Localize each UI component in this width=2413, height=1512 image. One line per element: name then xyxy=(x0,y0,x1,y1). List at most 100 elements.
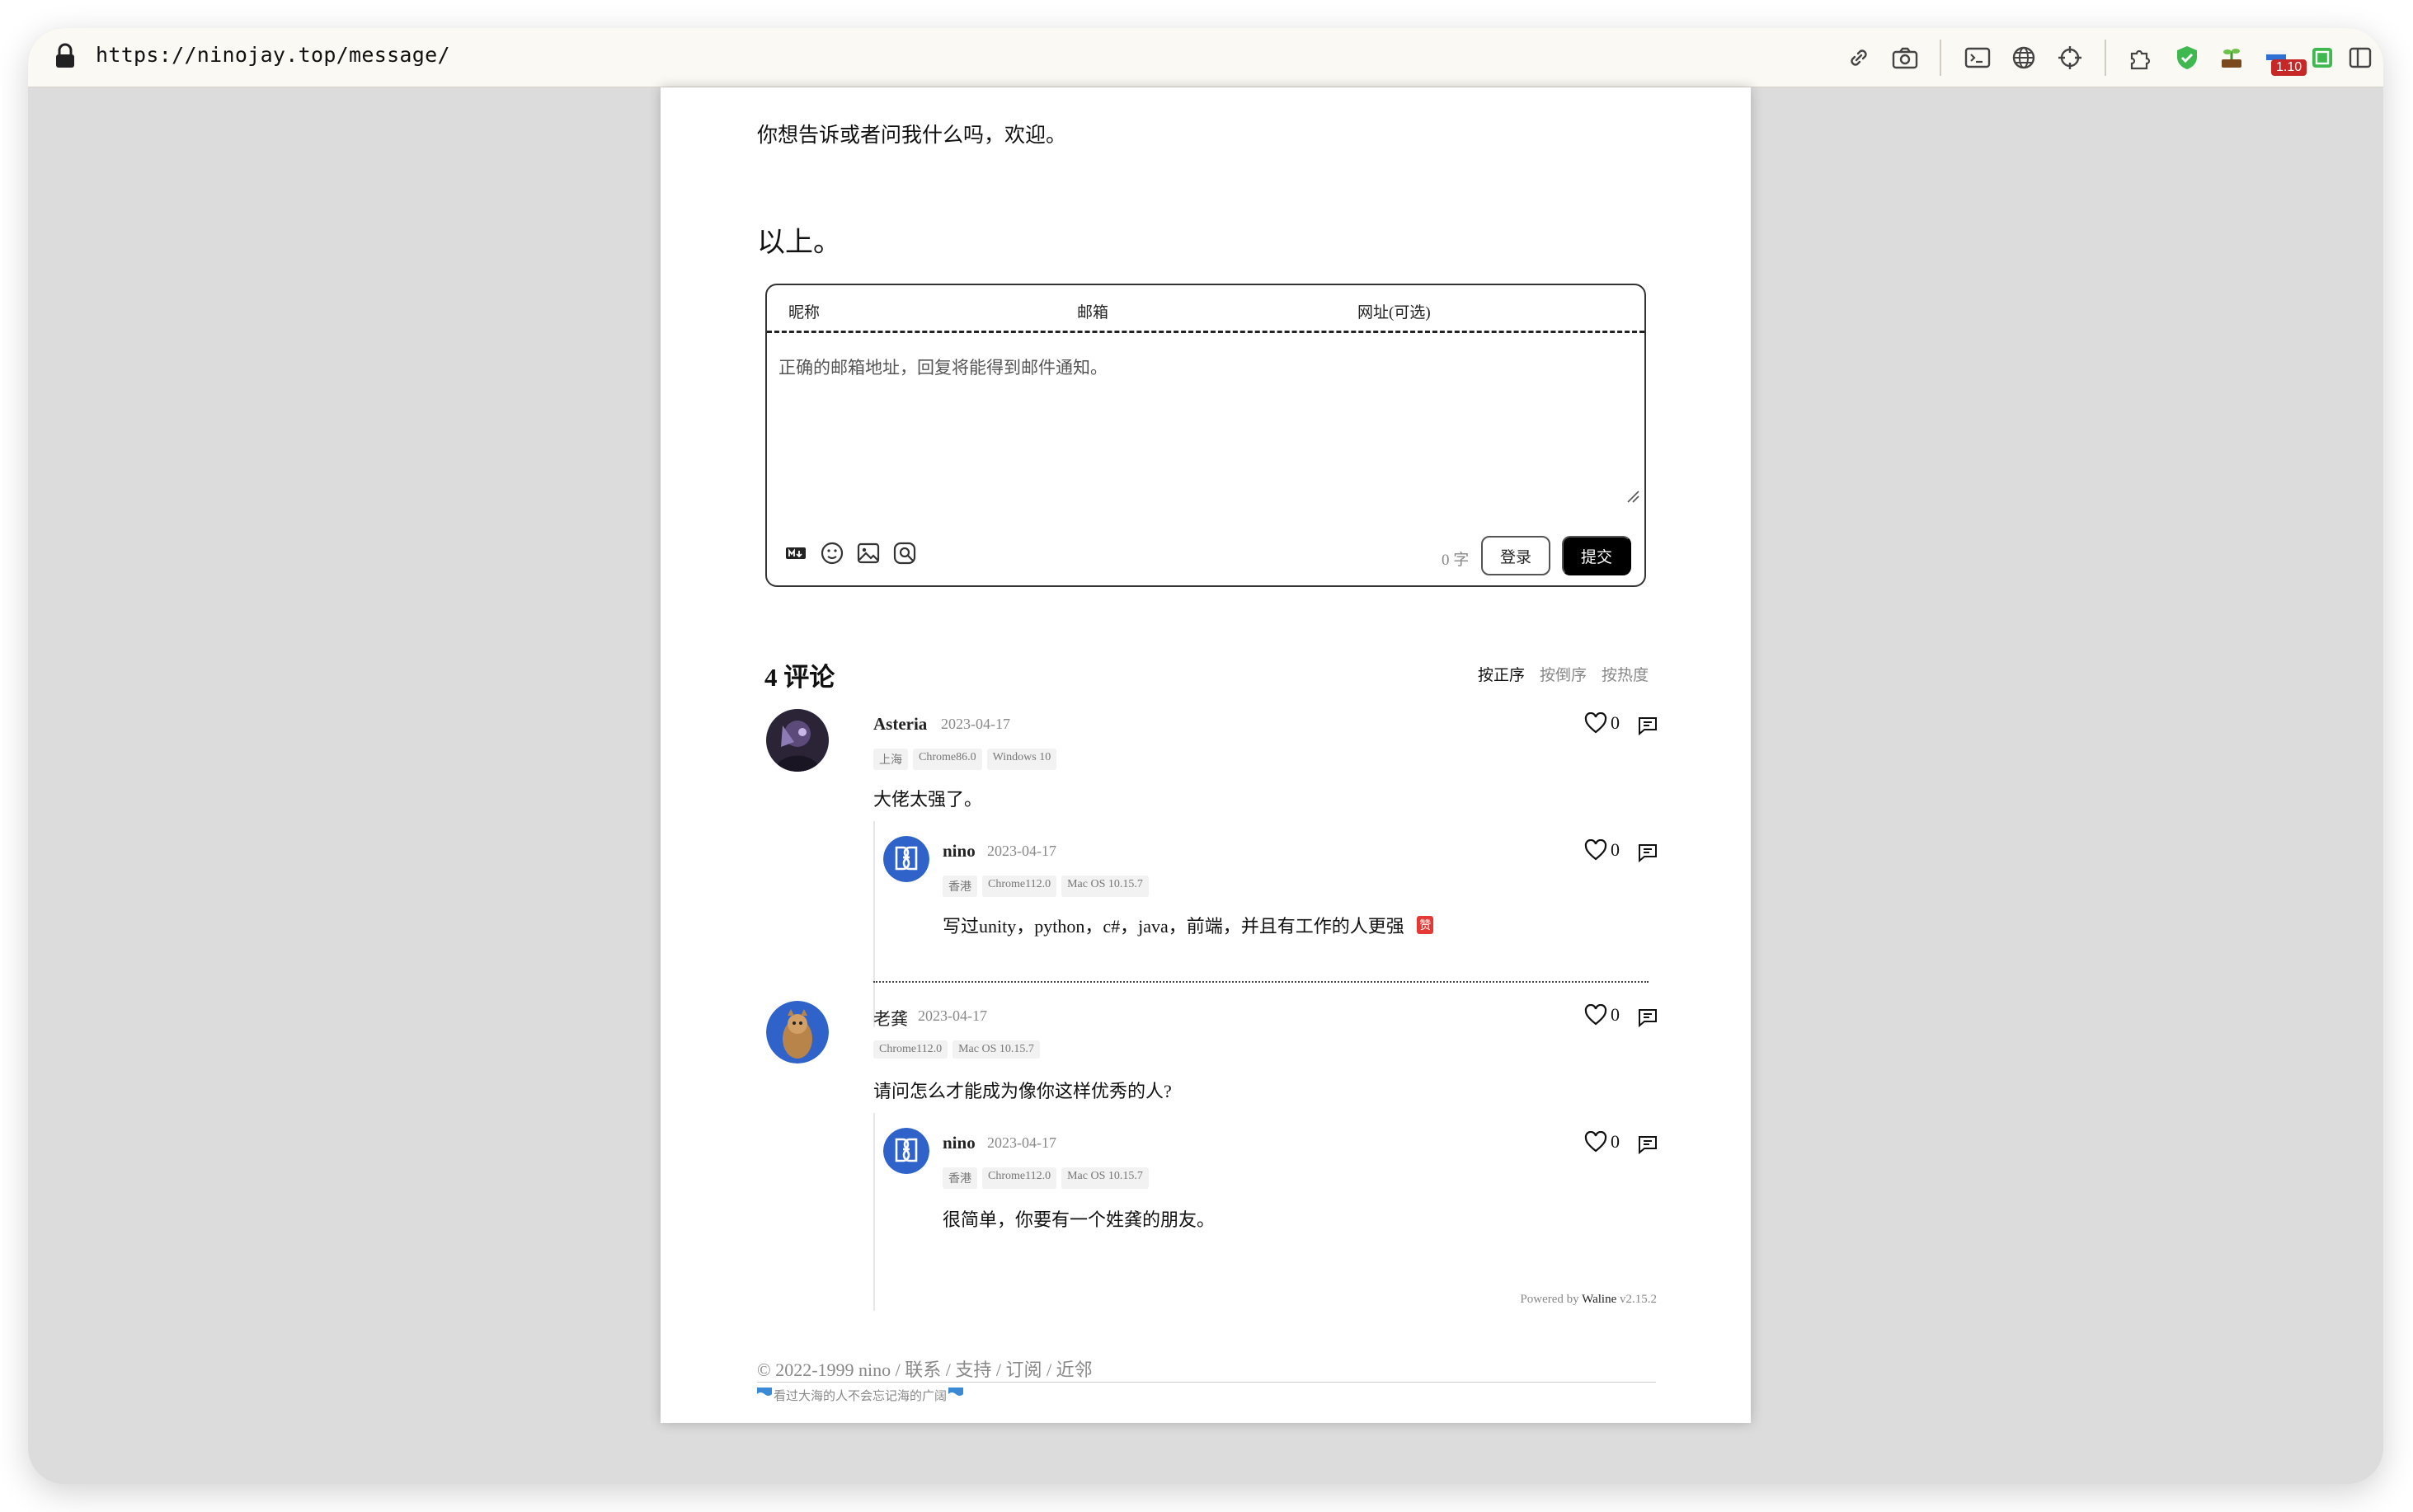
shield-check-icon[interactable] xyxy=(2171,41,2204,74)
meta-os: Windows 10 xyxy=(986,749,1057,770)
meta-os: Mac OS 10.15.7 xyxy=(1061,1167,1149,1189)
comment-date: 2023-04-17 xyxy=(918,1007,987,1024)
thread-line xyxy=(873,1113,875,1311)
reply-text-content: 写过unity，python，c#，java，前端，并且有工作的人更强 xyxy=(943,916,1404,937)
reply-text: 很简单，你要有一个姓龚的朋友。 xyxy=(943,1209,1216,1230)
section-heading: 以上。 xyxy=(757,228,841,258)
sort-options: 按正序 按倒序 按热度 xyxy=(1478,663,1649,685)
comment-text: 请问怎么才能成为像你这样优秀的人? xyxy=(873,1081,1172,1101)
puzzle-icon[interactable] xyxy=(2126,41,2159,74)
reply-date: 2023-04-17 xyxy=(987,843,1056,859)
footer-divider xyxy=(757,1382,1656,1383)
mail-field[interactable]: 邮箱 xyxy=(1077,300,1108,322)
heart-icon xyxy=(1584,712,1607,734)
reply-text: 写过unity，python，c#，java，前端，并且有工作的人更强 赞 xyxy=(943,912,1434,938)
heart-icon xyxy=(1584,1131,1607,1153)
sort-asc[interactable]: 按正序 xyxy=(1478,663,1525,685)
extension-badge: 1.10 xyxy=(2271,59,2307,76)
like-count: 0 xyxy=(1611,1004,1620,1025)
avatar[interactable] xyxy=(883,1128,929,1174)
crosshair-icon[interactable] xyxy=(2053,41,2086,74)
meta-location: 香港 xyxy=(943,876,977,897)
heart-icon xyxy=(1584,1004,1607,1026)
meta-browser: Chrome112.0 xyxy=(873,1040,948,1059)
toolbar-divider xyxy=(1940,40,1941,76)
like-count: 0 xyxy=(1611,712,1620,733)
comment-form-fields: 昵称 邮箱 网址(可选) xyxy=(767,285,1644,333)
like-button[interactable]: 0 xyxy=(1584,1131,1620,1153)
reply-date: 2023-04-17 xyxy=(987,1134,1056,1151)
image-upload-icon[interactable] xyxy=(856,541,881,566)
comment-text: 大佬太强了。 xyxy=(873,789,983,810)
footer-tagline: 看过大海的人不会忘记海的广阔 xyxy=(757,1387,964,1404)
like-button[interactable]: 0 xyxy=(1584,839,1620,861)
browser-toolbar: https://ninojay.top/message/ 1.10 xyxy=(28,28,2383,87)
heart-icon xyxy=(1584,839,1607,861)
like-button[interactable]: 0 xyxy=(1584,1004,1620,1026)
meta-os: Mac OS 10.15.7 xyxy=(1061,876,1149,897)
sidebar-toggle-icon[interactable] xyxy=(2344,41,2377,74)
comment-nick[interactable]: 老龚 xyxy=(873,1006,908,1031)
reply-icon[interactable] xyxy=(1637,1007,1658,1031)
nick-field[interactable]: 昵称 xyxy=(788,300,820,322)
toolbar-divider xyxy=(2105,40,2106,76)
intro-text: 你想告诉或者问我什么吗，欢迎。 xyxy=(757,124,1067,147)
comment-divider xyxy=(873,981,1649,983)
printer-icon[interactable] xyxy=(2306,41,2339,74)
emoji-icon[interactable] xyxy=(820,541,844,566)
plant-icon[interactable] xyxy=(2215,41,2248,74)
meta-location: 香港 xyxy=(943,1167,977,1189)
browser-window: https://ninojay.top/message/ 1.10 你想告诉或者… xyxy=(28,28,2383,1484)
avatar[interactable] xyxy=(883,836,929,882)
reply-nick[interactable]: nino xyxy=(943,841,976,862)
comment-textarea[interactable]: 正确的邮箱地址，回复将能得到邮件通知。 xyxy=(778,355,1108,379)
markdown-icon[interactable] xyxy=(783,541,808,566)
comment-meta: Chrome112.0 Mac OS 10.15.7 xyxy=(873,1040,1040,1059)
comment-form: 昵称 邮箱 网址(可选) 正确的邮箱地址，回复将能得到邮件通知。 0 字 登录 … xyxy=(765,284,1646,587)
waline-link[interactable]: Waline xyxy=(1582,1293,1616,1306)
sort-desc[interactable]: 按倒序 xyxy=(1540,663,1587,685)
camera-icon[interactable] xyxy=(1889,41,1921,74)
sort-hot[interactable]: 按热度 xyxy=(1602,663,1649,685)
preview-icon[interactable] xyxy=(892,541,917,566)
meta-os: Mac OS 10.15.7 xyxy=(952,1040,1040,1059)
submit-button[interactable]: 提交 xyxy=(1562,536,1631,575)
powered-prefix: Powered by xyxy=(1520,1293,1579,1306)
reply-icon[interactable] xyxy=(1637,843,1658,866)
comment-date: 2023-04-17 xyxy=(941,716,1010,732)
avatar[interactable] xyxy=(766,1001,829,1064)
like-button[interactable]: 0 xyxy=(1584,712,1620,734)
address-bar[interactable]: https://ninojay.top/message/ xyxy=(96,43,450,67)
emoji-sticker: 赞 xyxy=(1417,916,1434,934)
word-count: 0 字 xyxy=(1442,552,1470,569)
reply-nick[interactable]: nino xyxy=(943,1133,976,1153)
avatar[interactable] xyxy=(766,709,829,772)
terminal-icon[interactable] xyxy=(1961,41,1994,74)
link-icon[interactable] xyxy=(1842,41,1875,74)
thread-line xyxy=(873,821,875,1027)
comment-actions xyxy=(783,541,917,566)
link-field[interactable]: 网址(可选) xyxy=(1357,300,1431,322)
meta-location: 上海 xyxy=(873,749,908,770)
like-count: 0 xyxy=(1611,839,1620,860)
powered-by: Powered by Waline v2.15.2 xyxy=(1520,1293,1657,1307)
reply-icon[interactable] xyxy=(1637,1134,1658,1158)
comment-meta: 上海 Chrome86.0 Windows 10 xyxy=(873,749,1057,770)
page-content: 你想告诉或者问我什么吗，欢迎。 以上。 昵称 邮箱 网址(可选) 正确的邮箱地址… xyxy=(661,87,1751,1423)
globe-icon[interactable] xyxy=(2007,41,2040,74)
reply-icon[interactable] xyxy=(1637,716,1658,740)
comment-nick[interactable]: Asteria xyxy=(873,714,927,735)
login-button[interactable]: 登录 xyxy=(1481,536,1550,575)
resize-handle-icon[interactable] xyxy=(1626,490,1639,507)
comment-count: 4 评论 xyxy=(764,663,835,692)
wave-icon xyxy=(948,1388,964,1403)
wave-icon xyxy=(757,1388,772,1403)
reply-meta: 香港 Chrome112.0 Mac OS 10.15.7 xyxy=(943,876,1149,897)
footer-links[interactable]: © 2022-1999 nino / 联系 / 支持 / 订阅 / 近邻 xyxy=(757,1355,1093,1382)
reply-meta: 香港 Chrome112.0 Mac OS 10.15.7 xyxy=(943,1167,1149,1189)
waline-version: v2.15.2 xyxy=(1620,1293,1657,1306)
meta-browser: Chrome86.0 xyxy=(913,749,982,770)
like-count: 0 xyxy=(1611,1131,1620,1152)
meta-browser: Chrome112.0 xyxy=(982,876,1057,897)
lock-icon xyxy=(54,43,76,73)
